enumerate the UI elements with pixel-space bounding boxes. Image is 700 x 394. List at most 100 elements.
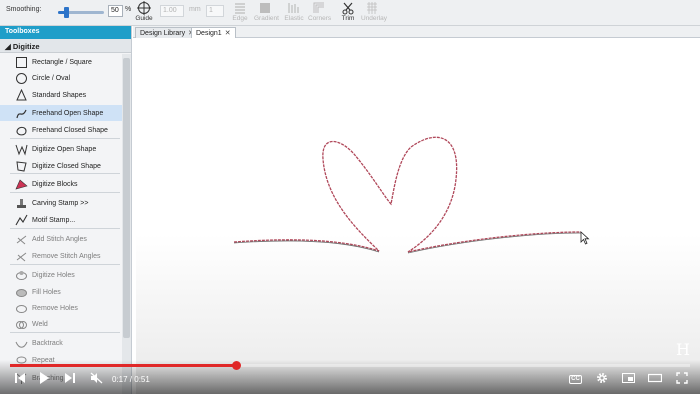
tool-digitize-closed-shape[interactable]: Digitize Closed Shape — [0, 158, 122, 174]
tool-add-stitch-angles[interactable]: Add Stitch Angles — [0, 231, 122, 247]
corners-icon — [313, 2, 324, 13]
stitch-drawing — [233, 136, 590, 254]
next-icon[interactable] — [64, 372, 76, 384]
motif-icon — [15, 214, 28, 225]
tool-digitize-blocks[interactable]: Digitize Blocks — [0, 176, 122, 192]
smoothing-slider[interactable] — [58, 7, 104, 18]
toolbar-button-label: Edge — [232, 15, 248, 22]
settings-gear-icon[interactable] — [596, 372, 608, 384]
blocks-icon — [15, 179, 28, 189]
play-icon[interactable] — [38, 372, 50, 384]
tool-label: Remove Holes — [32, 304, 78, 312]
tool-freehand-open-shape[interactable]: Freehand Open Shape — [0, 105, 122, 121]
tool-backtrack[interactable]: Backtrack — [0, 335, 122, 351]
channel-watermark[interactable]: H — [676, 340, 690, 359]
underlay-icon — [367, 2, 377, 14]
holes-icon — [16, 270, 27, 280]
edge-icon — [235, 3, 245, 14]
gradient-icon — [260, 3, 270, 13]
miniplayer-icon[interactable] — [622, 372, 635, 384]
section-title: Digitize — [12, 42, 40, 51]
tool-remove-stitch-angles[interactable]: Remove Stitch Angles — [0, 248, 122, 264]
design-canvas[interactable] — [136, 39, 700, 394]
heart-stitch-path-inner — [233, 232, 582, 254]
tool-label: Remove Stitch Angles — [32, 252, 101, 260]
freehand-open-icon — [16, 109, 27, 118]
size-unit-label: mm — [189, 6, 201, 13]
tool-standard-shapes[interactable]: Standard Shapes — [0, 87, 122, 103]
elastic-icon — [288, 3, 299, 13]
tab-label: Design Library — [140, 29, 186, 37]
remove-angles-icon — [16, 252, 27, 261]
tool-freehand-closed-shape[interactable]: Freehand Closed Shape — [0, 122, 122, 138]
video-time: 0:17 / 0:51 — [112, 375, 150, 384]
stamp-icon — [17, 198, 26, 208]
elastic-button[interactable]: Elastic — [283, 1, 305, 22]
toolbar-button-label: Underlay — [361, 15, 388, 22]
mute-icon[interactable] — [90, 372, 103, 384]
guide-button[interactable]: Guide — [135, 1, 153, 22]
tab-design-library[interactable]: Design Library ✕ — [135, 27, 200, 38]
smoothing-slider-thumb[interactable] — [64, 7, 70, 18]
video-progress-fill — [10, 364, 237, 367]
size-input[interactable]: 1.00 — [160, 5, 184, 17]
video-progress-bar[interactable] — [10, 361, 690, 370]
circle-icon — [16, 72, 27, 84]
count-input[interactable]: 1 — [206, 5, 224, 17]
panel-scrollbar[interactable] — [122, 54, 131, 394]
top-toolbar: Smoothing: 50 % Guide 1.00 mm 1 Edge Grad… — [0, 0, 700, 26]
remove-holes-icon — [16, 304, 27, 313]
digitize-closed-icon — [16, 160, 27, 172]
digitize-open-icon — [15, 144, 28, 156]
mouse-cursor-icon — [580, 231, 590, 245]
percent-symbol: % — [125, 6, 132, 13]
collapse-triangle-icon: ◢ — [5, 42, 13, 51]
toolbar-button-label: Elastic — [284, 15, 304, 22]
tool-carving-stamp[interactable]: Carving Stamp >> — [0, 195, 122, 211]
toolbar-button-label: Trim — [341, 15, 355, 22]
fullscreen-icon[interactable] — [676, 372, 688, 384]
tool-label: Freehand Open Shape — [32, 109, 104, 117]
tool-fill-holes[interactable]: Fill Holes — [0, 284, 122, 300]
captions-icon[interactable]: CC — [569, 375, 582, 384]
backtrack-icon — [15, 341, 28, 348]
trim-button[interactable]: Trim — [337, 1, 359, 22]
tool-weld[interactable]: Weld — [0, 316, 122, 332]
tool-digitize-holes[interactable]: Digitize Holes — [0, 267, 122, 283]
weld-icon — [16, 320, 27, 329]
tool-remove-holes[interactable]: Remove Holes — [0, 300, 122, 316]
tool-label: Rectangle / Square — [32, 58, 92, 66]
previous-icon[interactable] — [14, 372, 26, 384]
corners-button[interactable]: Corners — [308, 1, 331, 22]
tool-label: Digitize Closed Shape — [32, 162, 101, 170]
guide-icon — [137, 1, 151, 15]
tool-motif-stamp[interactable]: Motif Stamp... — [0, 212, 122, 228]
shapes-icon — [16, 88, 27, 100]
tab-design1[interactable]: Design1 ✕ — [191, 27, 236, 38]
smoothing-value-input[interactable]: 50 — [108, 5, 123, 17]
tool-label: Digitize Open Shape — [32, 145, 97, 153]
underlay-button[interactable]: Underlay — [361, 1, 387, 22]
freehand-closed-icon — [16, 126, 27, 135]
toolbox-panel: Toolboxes ◢ Digitize Rectangle / Square C… — [0, 26, 132, 394]
tool-label: Motif Stamp... — [32, 216, 76, 224]
tool-digitize-open-shape[interactable]: Digitize Open Shape — [0, 141, 122, 157]
tool-label: Fill Holes — [32, 288, 61, 296]
edge-button[interactable]: Edge — [229, 1, 251, 22]
panel-title: Toolboxes — [0, 26, 131, 39]
trim-icon — [342, 2, 354, 15]
tool-label: Digitize Blocks — [32, 180, 78, 188]
tool-divider — [10, 173, 120, 174]
tool-circle-oval[interactable]: Circle / Oval — [0, 70, 122, 86]
tool-rectangle-square[interactable]: Rectangle / Square — [0, 54, 122, 70]
tool-divider — [10, 264, 120, 265]
panel-scroll-thumb[interactable] — [123, 58, 130, 338]
gradient-button[interactable]: Gradient — [254, 1, 279, 22]
theater-mode-icon[interactable] — [648, 372, 662, 384]
tool-divider — [10, 192, 120, 193]
tool-label: Weld — [32, 320, 48, 328]
close-icon[interactable]: ✕ — [225, 29, 231, 37]
section-header-digitize[interactable]: ◢ Digitize — [0, 39, 131, 53]
tool-divider — [10, 138, 120, 139]
tab-label: Design1 — [196, 29, 222, 37]
